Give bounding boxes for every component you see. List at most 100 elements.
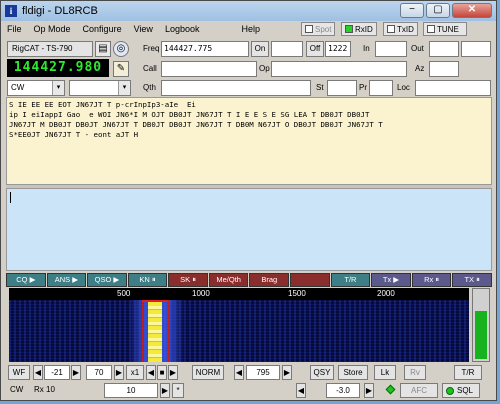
state-field[interactable] <box>327 80 357 96</box>
pr-label: Pr <box>359 83 367 92</box>
waterfall-display[interactable] <box>9 300 469 362</box>
macro-ans[interactable]: ANS ▶ <box>46 273 87 287</box>
rxid-led <box>345 25 353 33</box>
off-time-field[interactable]: 1222 <box>325 41 351 57</box>
ref-level-down[interactable]: ◀ <box>33 365 43 380</box>
lock-toggle[interactable]: Lk <box>374 365 396 380</box>
op-name-field[interactable] <box>271 61 407 77</box>
store-button[interactable]: Store <box>338 365 368 380</box>
loc-label: Loc <box>397 83 410 92</box>
wf-mode-button[interactable]: WF <box>8 365 30 380</box>
title-bar: i fldigi - DL8RCB − ▢ ✕ <box>1 1 496 21</box>
clear-broom-icon[interactable]: ✎ <box>113 61 129 77</box>
rxid-toggle[interactable]: RxID <box>341 22 377 36</box>
on-time-field[interactable] <box>271 41 303 57</box>
scale-tick: 1500 <box>288 289 306 298</box>
minimize-button[interactable]: − <box>400 3 424 18</box>
bandwidth-select[interactable]: ▾ <box>69 80 131 96</box>
scroll-right-button[interactable]: ▶ <box>168 365 178 380</box>
az-field[interactable] <box>429 61 459 77</box>
rig-memory-icon[interactable]: ▤ <box>95 41 111 57</box>
rst-in-field[interactable] <box>375 41 407 57</box>
zoom-button[interactable]: x1 <box>126 365 144 380</box>
call-label: Call <box>143 64 157 73</box>
macro-sk[interactable]: SK ⏸ <box>168 273 208 287</box>
rx-text-pane[interactable]: S IE EE EE EOT JN67JT T p-crInpIp3-aIe E… <box>6 97 492 185</box>
sql-led-icon <box>446 387 454 395</box>
freq-field[interactable]: 144427.775 <box>161 41 249 57</box>
stop-button[interactable]: ■ <box>157 365 167 380</box>
menu-op-mode[interactable]: Op Mode <box>28 24 77 34</box>
tx-text-pane[interactable] <box>6 188 492 271</box>
tr-toggle[interactable]: T/R <box>454 365 482 380</box>
frequency-scale: 500 1000 1500 2000 <box>9 288 469 300</box>
wpm-field[interactable]: 10 <box>104 383 158 398</box>
macro-tx-pause[interactable]: TX ⏸ <box>452 273 492 287</box>
menu-configure[interactable]: Configure <box>77 24 128 34</box>
sql-toggle[interactable]: SQL <box>442 383 480 398</box>
macro-cq[interactable]: CQ ▶ <box>6 273 46 287</box>
menu-file[interactable]: File <box>1 24 28 34</box>
az-label: Az <box>415 64 425 73</box>
window-title: fldigi - DL8RCB <box>22 5 98 17</box>
on-button[interactable]: On <box>251 41 269 57</box>
ref-level-value[interactable]: -21 <box>44 365 70 380</box>
carrier-frequency[interactable]: 795 <box>246 365 280 380</box>
bandwidth-dropdown-icon: ▾ <box>118 81 130 95</box>
off-button[interactable]: Off <box>306 41 324 57</box>
qth-field[interactable] <box>161 80 311 96</box>
maximize-button[interactable]: ▢ <box>426 3 450 18</box>
carrier-up[interactable]: ▶ <box>282 365 292 380</box>
rig-name[interactable]: RigCAT - TS-790 <box>7 41 93 57</box>
macro-qso[interactable]: QSO ▶ <box>87 273 127 287</box>
macro-kn[interactable]: KN ⏸ <box>127 273 168 287</box>
rx-line: S*EE0JT JN67JT T - eont aJT H <box>9 130 139 139</box>
mode-select[interactable]: CW ▾ <box>7 80 65 96</box>
freq-label: Freq <box>143 44 160 53</box>
mode-value: CW <box>11 83 25 92</box>
qsy-button[interactable]: QSY <box>310 365 334 380</box>
status-rx-rate: Rx 10 <box>34 385 55 394</box>
menu-help[interactable]: Help <box>235 24 266 34</box>
macro-bar: CQ ▶ ANS ▶ QSO ▶ KN ⏸ SK ⏸ Me/Qth Brag T… <box>6 273 492 287</box>
spot-toggle[interactable]: Spot <box>301 22 336 36</box>
locator-field[interactable] <box>415 80 491 96</box>
range-value[interactable]: 70 <box>86 365 112 380</box>
qth-label: Qth <box>143 83 156 92</box>
afc-up-button[interactable]: ▶ <box>364 383 374 398</box>
carrier-down[interactable]: ◀ <box>234 365 244 380</box>
txid-toggle[interactable]: TxID <box>383 22 418 36</box>
speed-button[interactable]: NORM <box>192 365 224 380</box>
tune-toggle[interactable]: TUNE <box>423 22 467 36</box>
app-window: i fldigi - DL8RCB − ▢ ✕ File Op Mode Con… <box>0 0 497 401</box>
macro-brag[interactable]: Brag <box>249 273 290 287</box>
menu-logbook[interactable]: Logbook <box>159 24 206 34</box>
call-field[interactable] <box>161 61 257 77</box>
menu-view[interactable]: View <box>128 24 159 34</box>
macro-tx[interactable]: Tx ▶ <box>371 273 411 287</box>
st-label: St <box>316 83 324 92</box>
macro-me-qth[interactable]: Me/Qth <box>208 273 249 287</box>
extra-field-1[interactable] <box>461 41 491 57</box>
macro-rx[interactable]: Rx ⏸ <box>411 273 452 287</box>
rig-globe-icon[interactable]: ◎ <box>113 41 129 57</box>
tuning-cursor[interactable] <box>142 300 168 302</box>
tune-checkbox <box>427 25 435 33</box>
frequency-display[interactable]: 144427.980 <box>7 59 109 77</box>
afc-toggle[interactable]: AFC <box>400 383 438 398</box>
range-up[interactable]: ▶ <box>114 365 124 380</box>
afc-down-button[interactable]: ◀ <box>296 383 306 398</box>
wpm-dropdown-button[interactable]: * <box>172 383 184 398</box>
province-field[interactable] <box>369 80 393 96</box>
rx-line: ip I eiIappI Gao e WOI JN6*I M OJT DB0JT… <box>9 110 370 119</box>
ref-level-up[interactable]: ▶ <box>71 365 81 380</box>
macro-empty[interactable] <box>290 273 330 287</box>
scale-tick: 1000 <box>192 289 210 298</box>
wpm-spin-button[interactable]: ▶ <box>160 383 170 398</box>
afc-value[interactable]: -3.0 <box>326 383 360 398</box>
macro-tr[interactable]: T/R <box>330 273 371 287</box>
scroll-left-button[interactable]: ◀ <box>146 365 156 380</box>
reverse-toggle[interactable]: Rv <box>404 365 426 380</box>
close-button[interactable]: ✕ <box>452 3 492 18</box>
rst-out-field[interactable] <box>429 41 459 57</box>
